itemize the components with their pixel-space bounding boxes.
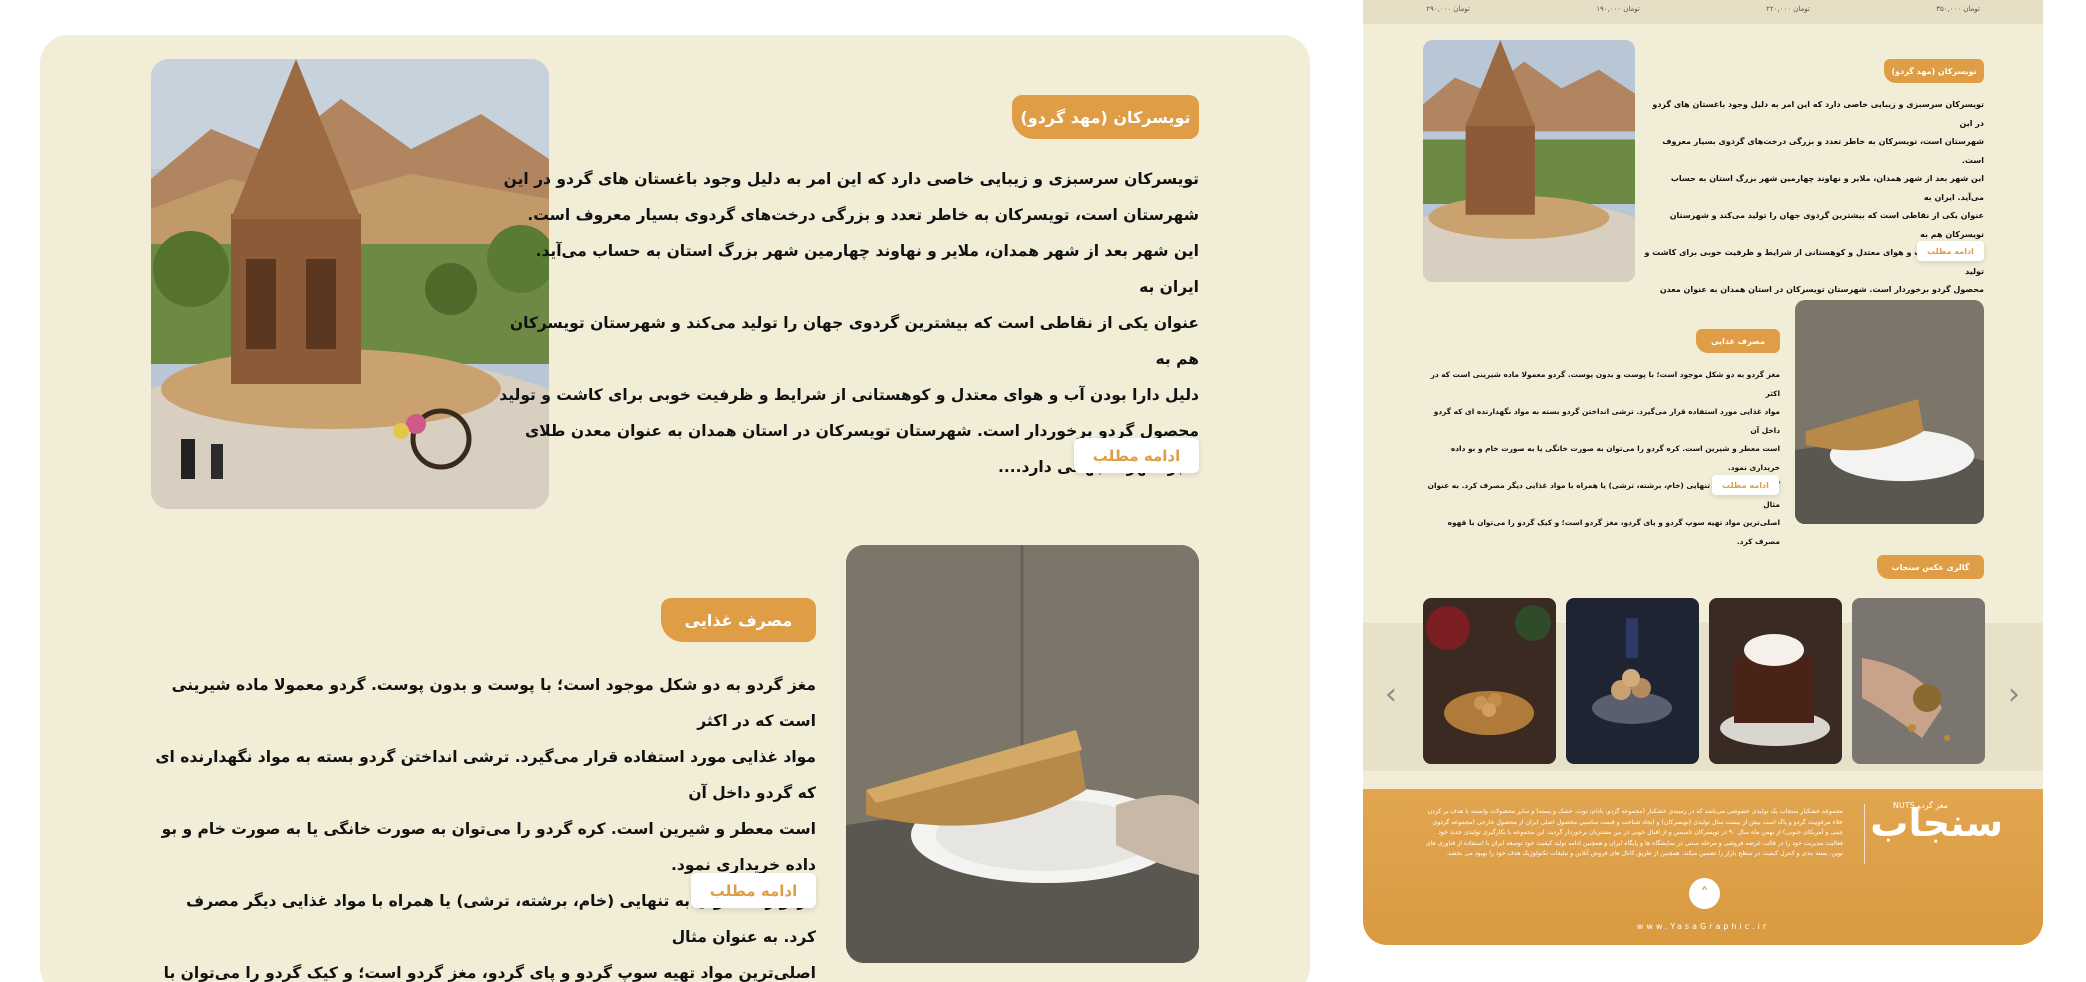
read-more-button[interactable]: ادامه مطلب (691, 873, 816, 908)
text-line: اصلی‌ترین مواد تهیه سوپ گردو و پای گردو،… (1447, 518, 1780, 546)
text-line: مواد غذایی مورد استفاده قرار می‌گیرد. تر… (155, 748, 816, 802)
logo-subtext: مغز گردو NUTS (1892, 801, 1948, 810)
text-line: است معطر و شیرین است. کره گردو را می‌توا… (1450, 444, 1780, 472)
price-label: ۱۹۰,۰۰۰ تومان (1596, 5, 1640, 13)
price-label: ۲۹۰,۰۰۰ تومان (1426, 5, 1470, 13)
text-line: عنوان یکی از نقاطی است که بیشترین گردوی … (509, 314, 1199, 368)
mini-title-toiserkan: تویسرکان (مهد گردو) (1884, 59, 1984, 83)
gallery-image[interactable] (1709, 598, 1842, 764)
text-line: شهرستان است، تویسرکان به خاطر تعدد و بزر… (527, 206, 1199, 224)
price-row: ۲۹۰,۰۰۰ تومان ۱۹۰,۰۰۰ تومان ۲۲۰,۰۰۰ توما… (1363, 0, 2043, 24)
mini-read-more-button[interactable]: ادامه مطلب (1917, 241, 1984, 261)
gallery-image[interactable] (1566, 598, 1699, 764)
mini-text-food: مغز گردو به دو شکل موجود است؛ با پوست و … (1423, 366, 1780, 551)
text-line: اصلی‌ترین مواد تهیه سوپ گردو و پای گردو،… (163, 964, 816, 982)
mobile-preview: ۲۹۰,۰۰۰ تومان ۱۹۰,۰۰۰ تومان ۲۲۰,۰۰۰ توما… (1363, 0, 2043, 945)
chevron-up-icon: ˄ (1700, 884, 1709, 903)
text-line: مغز گردو به دو شکل موجود است؛ با پوست و … (171, 676, 816, 730)
section-text-food: مغز گردو به دو شکل موجود است؛ با پوست و … (151, 667, 816, 982)
footer-about-text: مجموعه خشکبار سنجاب یک تولیدی خصوصی می‌ب… (1425, 808, 1843, 857)
section-title-toiserkan: تویسرکان (مهد گردو) (1012, 95, 1199, 139)
footer: سنجاب مغز گردو NUTS مجموعه خشکبار سنجاب … (1363, 789, 2043, 945)
text-line: مواد غذایی مورد استفاده قرار می‌گیرد. تر… (1433, 407, 1780, 435)
page: تویسرکان (مهد گردو) تویسرکان سرسبزی و زی… (0, 0, 2086, 982)
mini-read-more-button[interactable]: ادامه مطلب (1712, 475, 1779, 495)
tower-image (151, 59, 549, 509)
text-line: عنوان یکی از نقاطی است که بیشترین گردوی … (1669, 211, 1984, 239)
text-line: این شهر بعد از شهر همدان، ملایر و نهاوند… (535, 242, 1199, 296)
desktop-content-panel: تویسرکان (مهد گردو) تویسرکان سرسبزی و زی… (40, 35, 1310, 982)
gallery-image[interactable] (1852, 598, 1985, 764)
text-line: تویسرکان سرسبزی و زیبایی خاصی دارد که ای… (503, 170, 1199, 188)
read-more-button[interactable]: ادامه مطلب (1074, 438, 1199, 473)
gallery-prev-arrow[interactable]: ‹ (1385, 680, 1397, 710)
footer-logo: سنجاب مغز گردو NUTS (1870, 801, 2003, 845)
scroll-up-button[interactable]: ˄ (1689, 878, 1720, 909)
price-label: ۲۲۰,۰۰۰ تومان (1766, 5, 1810, 13)
gallery-title: گالری عکس سنجاب (1877, 555, 1984, 579)
text-line: دلیل دارا بودن آب و هوای معتدل و کوهستان… (499, 386, 1199, 404)
gallery-next-arrow[interactable]: › (2008, 680, 2020, 710)
cake-image (846, 545, 1199, 963)
footer-divider (1864, 804, 1865, 864)
text-line: شهرستان است، تویسرکان به خاطر تعدد و بزر… (1662, 137, 1984, 165)
price-label: ۳۵۰,۰۰۰ تومان (1936, 5, 1980, 13)
text-line: مغز گردو به دو شکل موجود است؛ با پوست و … (1430, 370, 1780, 398)
section-title-food: مصرف غذایی (661, 598, 816, 642)
footer-website[interactable]: www.YasaGraphic.ir (1363, 922, 2043, 931)
section-text-toiserkan: تویسرکان سرسبزی و زیبایی خاصی دارد که ای… (499, 161, 1199, 485)
text-line: این شهر بعد از شهر همدان، ملایر و نهاوند… (1670, 174, 1984, 202)
gallery-image[interactable] (1423, 598, 1556, 764)
mini-cake-image (1795, 300, 1984, 524)
mini-tower-image (1423, 40, 1635, 282)
text-line: تویسرکان سرسبزی و زیبایی خاصی دارد که ای… (1652, 100, 1984, 128)
mini-title-food: مصرف غذایی (1696, 329, 1780, 353)
